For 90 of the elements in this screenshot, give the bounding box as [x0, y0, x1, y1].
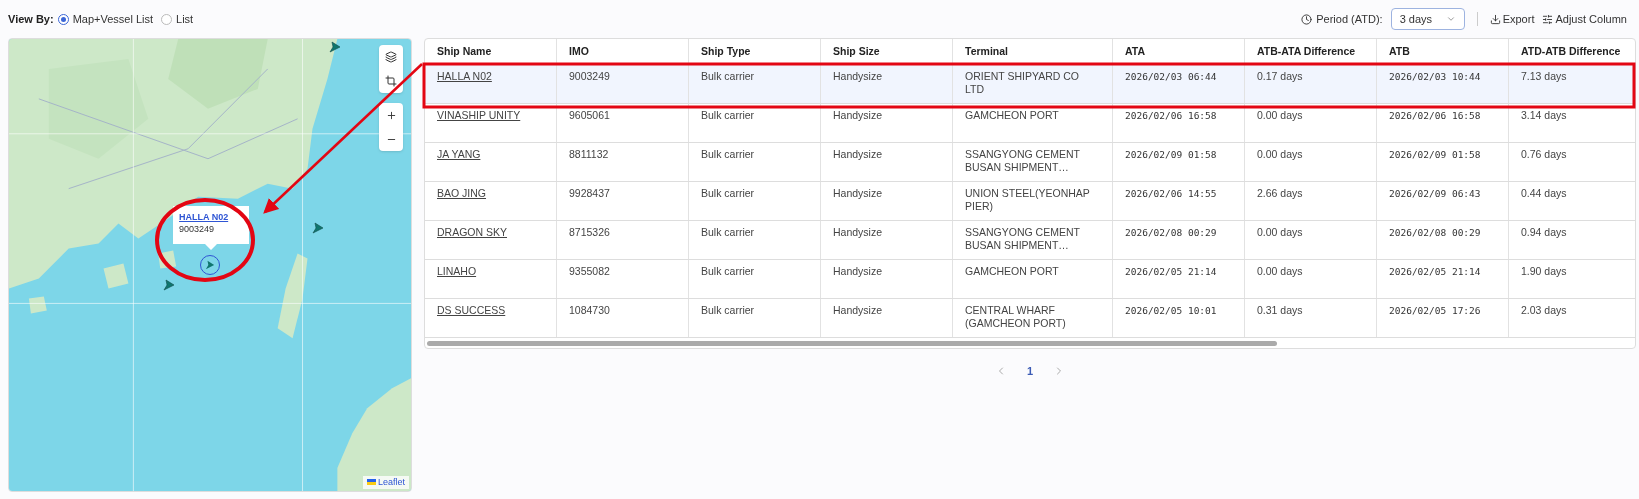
column-header: Ship Size [821, 39, 953, 64]
page-button[interactable]: 1 [1026, 363, 1034, 380]
period-select[interactable]: 3 days [1390, 8, 1465, 30]
table-cell: Bulk carrier [701, 265, 755, 277]
table-cell: 0.00 days [1257, 265, 1303, 277]
table-cell: Bulk carrier [701, 109, 755, 121]
column-header: ATB [1377, 39, 1509, 64]
column-header: Ship Type [689, 39, 821, 64]
table-cell: 8715326 [569, 226, 610, 238]
column-header: ATB-ATA Difference [1245, 39, 1377, 64]
table-cell: Handysize [833, 265, 883, 277]
table-row[interactable]: BAO JING 9928437 Bulk carrier Handysize UNION STEEL(YEONHAP PIER) 2026/02/06 14:55 2.66 days 2026/02/09 06:43 0.44 days [425, 182, 1635, 221]
table-row[interactable]: DS SUCCESS 1084730 Bulk carrier Handysize CENTRAL WHARF (GAMCHEON PORT) 2026/02/05 10:01 0.31 days 2026/02/05 17:26 2.03 days [425, 299, 1635, 338]
table-cell: SSANGYONG CEMENT BUSAN SHIPMENT… [965, 226, 1080, 251]
table-cell: Handysize [833, 70, 883, 82]
popup-ship-link[interactable]: HALLA N02 [179, 211, 243, 223]
ship-name-link[interactable]: HALLA N02 [437, 70, 492, 82]
table-cell: 0.31 days [1257, 304, 1303, 316]
table-row[interactable]: JA YANG 8811132 Bulk carrier Handysize SSANGYONG CEMENT BUSAN SHIPMENT… 2026/02/09 01:58 0.00 days 2026/02/09 01:58 0.76 days [425, 143, 1635, 182]
table-cell: Handysize [833, 304, 883, 316]
table-cell: 2026/02/05 21:14 [1125, 266, 1217, 277]
table-cell: GAMCHEON PORT [965, 109, 1059, 121]
ship-name-link[interactable]: DRAGON SKY [437, 226, 507, 238]
ship-name-link[interactable]: JA YANG [437, 148, 481, 160]
table-cell: 2026/02/05 21:14 [1389, 266, 1481, 277]
ship-name-link[interactable]: DS SUCCESS [437, 304, 506, 316]
table-cell: 0.00 days [1257, 226, 1303, 238]
column-header: ATD-ATB Difference [1509, 39, 1635, 64]
table-row[interactable]: DRAGON SKY 8715326 Bulk carrier Handysize SSANGYONG CEMENT BUSAN SHIPMENT… 2026/02/08 00:29 0.00 days 2026/02/08 00:29 0.94 days [425, 221, 1635, 260]
table-cell: 8811132 [569, 148, 609, 160]
table-row[interactable]: VINASHIP UNITY 9605061 Bulk carrier Handysize GAMCHEON PORT 2026/02/06 16:58 0.00 days 2026/02/06 16:58 3.14 days [425, 104, 1635, 143]
table-cell: 0.17 days [1257, 70, 1303, 82]
table-cell: 2026/02/05 17:26 [1389, 305, 1481, 316]
column-header: ATA [1113, 39, 1245, 64]
table-cell: 2026/02/06 16:58 [1389, 110, 1481, 121]
table-cell: 3.14 days [1521, 109, 1567, 121]
table-cell: Bulk carrier [701, 70, 755, 82]
table-cell: 2.03 days [1521, 304, 1567, 316]
ship-name-link[interactable]: VINASHIP UNITY [437, 109, 521, 121]
table-cell: 1084730 [569, 304, 610, 316]
table-cell: 2026/02/09 01:58 [1389, 149, 1481, 160]
table-cell: ORIENT SHIPYARD CO LTD [965, 70, 1079, 95]
table-row[interactable]: HALLA N02 9003249 Bulk carrier Handysize ORIENT SHIPYARD CO LTD 2026/02/03 06:44 0.17 days 2026/02/03 10:44 7.13 days [425, 65, 1635, 104]
table-cell: 2026/02/09 06:43 [1389, 188, 1481, 199]
table-cell: 9355082 [569, 265, 610, 277]
table-row[interactable]: LINAHO 9355082 Bulk carrier Handysize GAMCHEON PORT 2026/02/05 21:14 0.00 days 2026/02/05 21:14 1.90 days [425, 260, 1635, 299]
column-header: IMO [557, 39, 689, 64]
table-cell: Bulk carrier [701, 148, 755, 160]
table-cell: Handysize [833, 109, 883, 121]
table-cell: 2026/02/08 00:29 [1125, 227, 1217, 238]
table-cell: 9003249 [569, 70, 610, 82]
table-cell: 9928437 [569, 187, 610, 199]
table-cell: Bulk carrier [701, 226, 755, 238]
table-cell: Handysize [833, 187, 883, 199]
table-cell: 0.76 days [1521, 148, 1567, 160]
table-cell: 9605061 [569, 109, 610, 121]
map-panel[interactable]: HALLA N02 9003249 Leaflet [8, 38, 412, 492]
radio-label[interactable]: List [176, 10, 194, 28]
ship-name-link[interactable]: BAO JING [437, 187, 486, 199]
table-cell: 0.00 days [1257, 109, 1303, 121]
table-cell: GAMCHEON PORT [965, 265, 1059, 277]
table-cell: 2026/02/03 10:44 [1389, 71, 1481, 82]
table-cell: 2026/02/05 10:01 [1125, 305, 1217, 316]
table-cell: 2026/02/03 06:44 [1125, 71, 1217, 82]
table-cell: Bulk carrier [701, 187, 755, 199]
column-header: Terminal [953, 39, 1113, 64]
table-cell: Handysize [833, 148, 883, 160]
table-cell: 2.66 days [1257, 187, 1303, 199]
table-cell: Bulk carrier [701, 304, 755, 316]
popup-imo: 9003249 [179, 223, 216, 235]
table-cell: 7.13 days [1521, 70, 1567, 82]
table-cell: Handysize [833, 226, 883, 238]
table-cell: 2026/02/09 01:58 [1125, 149, 1217, 160]
table-cell: SSANGYONG CEMENT BUSAN SHIPMENT… [965, 148, 1080, 173]
export-button[interactable]: Export [1489, 10, 1535, 28]
table-cell: CENTRAL WHARF (GAMCHEON PORT) [965, 304, 1066, 329]
table-cell: 1.90 days [1521, 265, 1567, 277]
table-cell: UNION STEEL(YEONHAP PIER) [965, 187, 1090, 212]
adjust-column-button[interactable]: Adjust Column [1542, 10, 1627, 28]
table-cell: 0.00 days [1257, 148, 1303, 160]
table-cell: 0.94 days [1521, 226, 1567, 238]
view-by-label: View By: [8, 11, 54, 27]
period-label: Period (ATD): [1316, 11, 1383, 27]
table-cell: 2026/02/06 16:58 [1125, 110, 1217, 121]
radio-label[interactable]: Map+Vessel List [72, 10, 154, 28]
ship-name-link[interactable]: LINAHO [437, 265, 477, 277]
table-cell: 2026/02/06 14:55 [1125, 188, 1217, 199]
column-header: Ship Name [425, 39, 557, 64]
table-cell: 0.44 days [1521, 187, 1567, 199]
table-cell: 2026/02/08 00:29 [1389, 227, 1481, 238]
